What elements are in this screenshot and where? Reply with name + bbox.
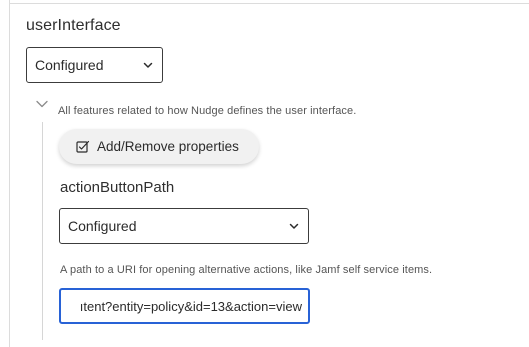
card-border-left (9, 0, 10, 347)
user-interface-settings-panel: userInterface Configured All features re… (0, 0, 529, 347)
select-value: Configured (68, 218, 137, 234)
field-description: A path to a URI for opening alternative … (60, 264, 433, 276)
section-title: userInterface (26, 17, 121, 34)
action-button-path-value: ıtent?entity=policy&id=13&action=view (79, 298, 302, 314)
nested-section-border (42, 122, 43, 340)
field-title: actionButtonPath (60, 179, 175, 196)
user-interface-config-select[interactable]: Configured (26, 47, 163, 83)
checkbox-edit-icon (76, 140, 90, 153)
add-remove-properties-label: Add/Remove properties (97, 139, 239, 154)
action-button-path-input[interactable]: ıtent?entity=policy&id=13&action=view (59, 288, 310, 324)
collapse-chevron-icon[interactable] (35, 97, 49, 111)
section-description: All features related to how Nudge define… (58, 105, 357, 117)
chevron-down-icon (143, 62, 153, 68)
chevron-down-icon (289, 223, 299, 229)
card-border-top (9, 3, 529, 4)
action-button-path-config-select[interactable]: Configured (59, 208, 309, 244)
add-remove-properties-button[interactable]: Add/Remove properties (59, 129, 259, 164)
select-value: Configured (35, 57, 104, 73)
